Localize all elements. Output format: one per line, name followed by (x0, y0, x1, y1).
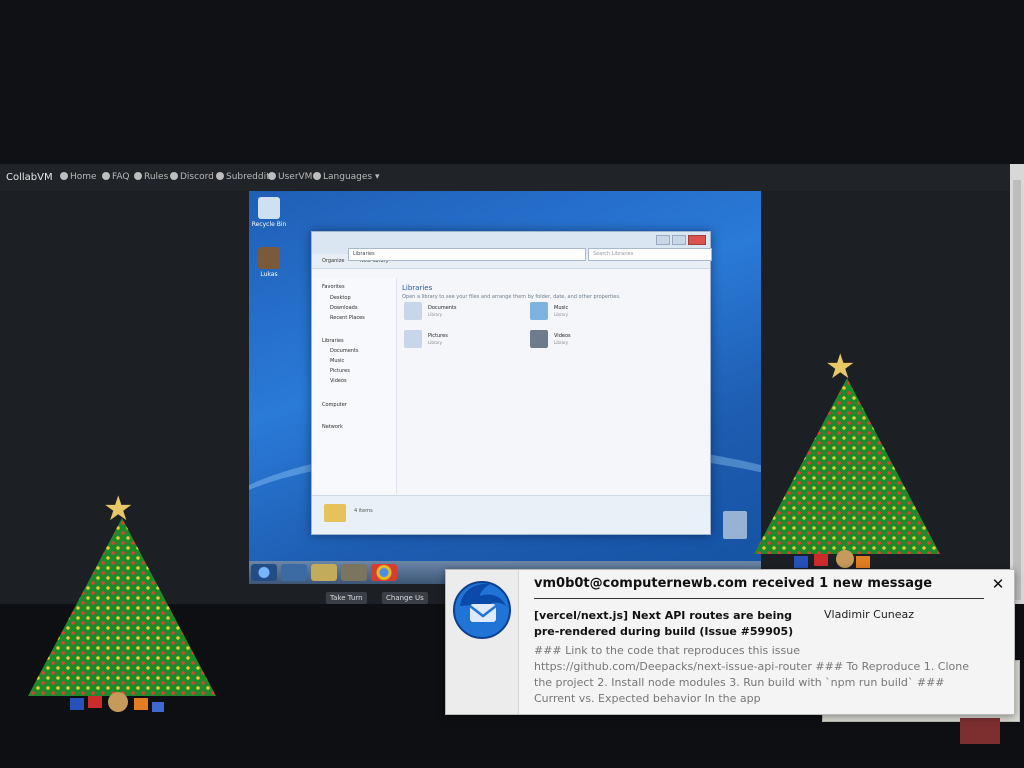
take-turn-button[interactable]: Take Turn (326, 592, 367, 604)
change-username-button[interactable]: Change Us (382, 592, 428, 604)
nav-recent-places[interactable]: Recent Places (330, 315, 365, 321)
new-mail-notification[interactable]: vm0b0t@computernewb.com received 1 new m… (445, 569, 1015, 715)
close-icon[interactable]: ✕ (990, 576, 1006, 592)
navigation-pane: Favorites Desktop Downloads Recent Place… (312, 278, 397, 494)
message-subject[interactable]: [vercel/next.js] Next API routes are bei… (534, 608, 814, 640)
vm-screen[interactable]: Recycle Bin Lukas Libraries Search Libra… (249, 191, 761, 584)
notification-icon-column (446, 570, 519, 714)
desktop-icon-user[interactable]: Lukas (249, 247, 289, 278)
page-scrollbar[interactable] (1010, 164, 1024, 604)
nav-music[interactable]: Music (330, 358, 344, 364)
desktop-icon-recycle-bin[interactable]: Recycle Bin (249, 197, 289, 228)
user-icon (268, 172, 276, 180)
tree-lights (28, 518, 216, 696)
notification-header: vm0b0t@computernewb.com received 1 new m… (534, 576, 933, 591)
nav-home[interactable]: Home (60, 172, 97, 182)
nav-faq[interactable]: FAQ (102, 172, 129, 182)
folder-icon (324, 504, 346, 522)
music-library-icon (530, 302, 548, 320)
library-music[interactable]: Music Library (530, 302, 620, 322)
christmas-tree-left: ★ (26, 492, 216, 722)
item-count: 4 items (354, 508, 373, 514)
rules-icon (134, 172, 142, 180)
videos-library-icon (530, 330, 548, 348)
details-pane: 4 items (312, 495, 710, 534)
gift-icon (152, 702, 164, 712)
teddy-bear-icon (836, 550, 854, 568)
search-box[interactable]: Search Libraries (588, 248, 712, 261)
star-icon: ★ (825, 347, 856, 387)
scrollbar-thumb[interactable] (1013, 180, 1021, 600)
reddit-icon (216, 172, 224, 180)
nav-subreddit[interactable]: Subreddit (216, 172, 270, 182)
nav-languages[interactable]: Languages ▾ (313, 172, 380, 182)
libraries-content: Libraries Open a library to see your fil… (402, 280, 702, 490)
background-thumbnail (960, 718, 1000, 744)
question-icon (102, 172, 110, 180)
nav-desktop[interactable]: Desktop (330, 295, 351, 301)
pictures-library-icon (404, 330, 422, 348)
tree-lights (754, 378, 940, 554)
nav-downloads[interactable]: Downloads (330, 305, 357, 311)
start-button-icon[interactable] (251, 564, 277, 581)
nav-favorites[interactable]: Favorites (322, 284, 345, 290)
gift-icon (794, 556, 808, 568)
gift-icon (856, 556, 870, 568)
gift-icon (70, 698, 84, 710)
teddy-bear-icon (108, 692, 128, 712)
close-button[interactable] (688, 235, 706, 245)
christmas-tree-right: ★ (752, 350, 942, 570)
nav-uservm[interactable]: UserVM (268, 172, 312, 182)
explorer-window[interactable]: Libraries Search Libraries Organize New … (311, 231, 712, 535)
nav-videos[interactable]: Videos (330, 378, 347, 384)
nav-pictures[interactable]: Pictures (330, 368, 350, 374)
nav-computer[interactable]: Computer (322, 402, 347, 408)
message-preview[interactable]: ### Link to the code that reproduces thi… (534, 643, 974, 707)
minimize-button[interactable] (656, 235, 670, 245)
gift-icon (88, 696, 102, 708)
thunderbird-icon (453, 581, 511, 639)
globe-icon (313, 172, 321, 180)
message-sender: Vladimir Cuneaz (824, 608, 915, 621)
recycle-bin-icon (258, 197, 280, 219)
discord-icon (170, 172, 178, 180)
star-icon: ★ (103, 489, 134, 529)
window-buttons (654, 235, 706, 245)
nav-libraries[interactable]: Libraries (322, 338, 344, 344)
ie-taskbar-icon[interactable] (281, 564, 307, 581)
address-bar[interactable]: Libraries (348, 248, 586, 261)
libraries-heading: Libraries (402, 284, 433, 292)
nav-network[interactable]: Network (322, 424, 343, 430)
organize-button[interactable]: Organize (322, 258, 344, 264)
documents-library-icon (404, 302, 422, 320)
gift-icon (134, 698, 148, 710)
user-photo-icon (258, 247, 280, 269)
navbar: CollabVM Home FAQ Rules Discord Subreddi… (0, 164, 1010, 191)
nav-documents[interactable]: Documents (330, 348, 359, 354)
brand[interactable]: CollabVM (6, 172, 53, 183)
explorer-taskbar-icon[interactable] (311, 564, 337, 581)
media-player-taskbar-icon[interactable] (341, 564, 367, 581)
nav-discord[interactable]: Discord (170, 172, 214, 182)
chrome-taskbar-icon[interactable] (371, 564, 397, 581)
library-documents[interactable]: Documents Library (404, 302, 494, 322)
top-dark-area (0, 0, 1024, 164)
nav-rules[interactable]: Rules (134, 172, 168, 182)
gift-icon (814, 554, 828, 566)
libraries-description: Open a library to see your files and arr… (402, 294, 621, 300)
home-icon (60, 172, 68, 180)
library-videos[interactable]: Videos Library (530, 330, 620, 350)
header-rule (534, 598, 984, 599)
library-pictures[interactable]: Pictures Library (404, 330, 494, 350)
recycle-bin-icon[interactable] (723, 511, 747, 539)
maximize-button[interactable] (672, 235, 686, 245)
